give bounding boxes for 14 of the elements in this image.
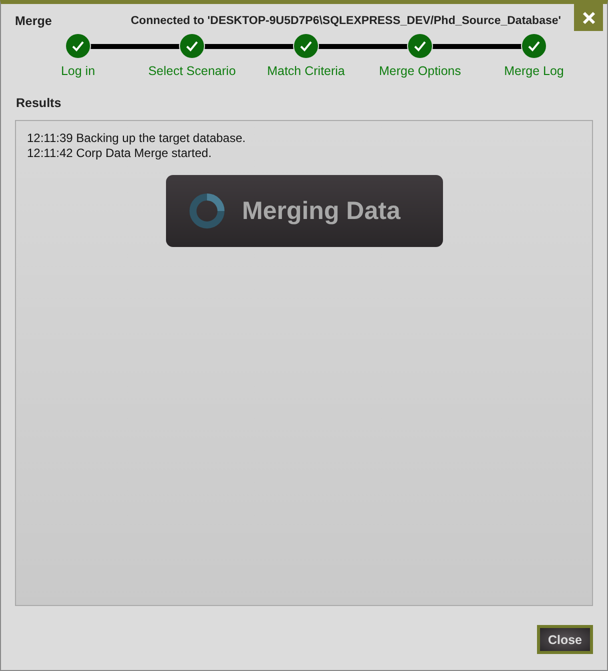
- close-icon[interactable]: [574, 4, 603, 31]
- log-line: 12:11:42 Corp Data Merge started.: [27, 146, 213, 161]
- log-line: 12:11:39 Backing up the target database.: [27, 131, 247, 146]
- step-label[interactable]: Merge Options: [379, 64, 461, 78]
- results-heading: Results: [16, 96, 62, 110]
- window-title: Merge: [15, 14, 52, 28]
- step-label[interactable]: Merge Log: [504, 64, 564, 78]
- connection-text: Connected to 'DESKTOP-9U5D7P6\SQLEXPRESS_DEV/Phd_Source_Database': [130, 15, 561, 27]
- overlay-text: Merging Data: [242, 196, 400, 226]
- spinner-icon: [188, 192, 226, 230]
- step-label[interactable]: Select Scenario: [148, 64, 236, 78]
- step-label[interactable]: Log in: [60, 64, 96, 78]
- step-label[interactable]: Match Criteria: [267, 64, 345, 78]
- close-button[interactable]: Close: [537, 625, 593, 654]
